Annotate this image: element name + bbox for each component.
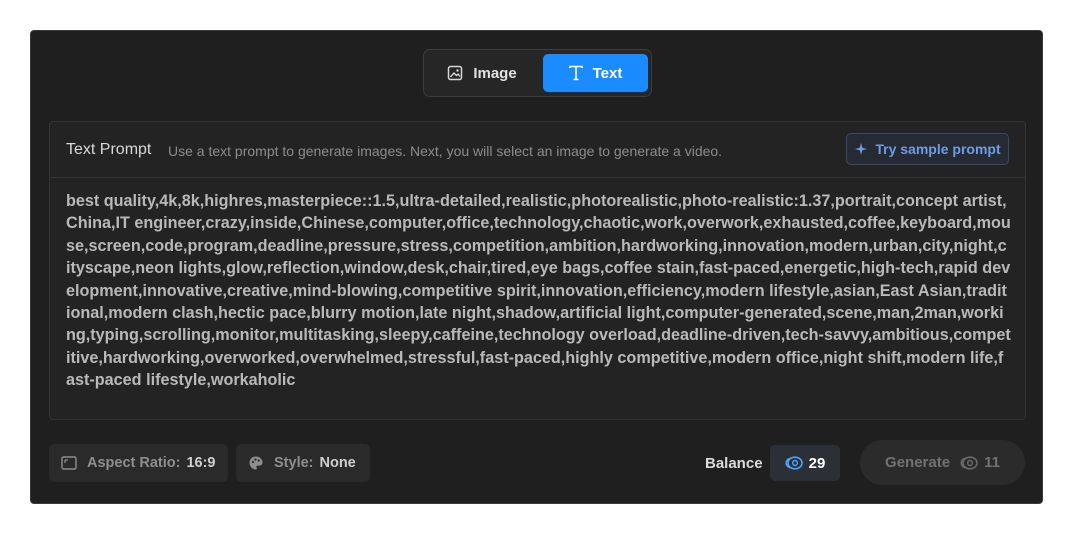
credit-coin-icon [960,455,978,470]
generator-panel: Image Text Text Prompt Use a text prompt… [30,30,1043,504]
style-label: Style: [274,455,314,471]
text-icon [568,65,583,81]
prompt-title: Text Prompt [66,141,152,158]
aspect-ratio-icon [61,456,77,470]
style-value: None [319,455,356,471]
text-mode-label: Text [592,64,623,82]
generate-label: Generate [885,454,951,471]
prompt-hint: Use a text prompt to generate images. Ne… [168,143,723,159]
image-mode-label: Image [473,64,517,82]
palette-icon [249,456,263,470]
sample-prompt-label: Try sample prompt [875,141,1001,157]
image-mode-button[interactable]: Image [428,54,536,92]
aspect-ratio-label: Aspect Ratio: [87,455,181,471]
aspect-ratio-value: 16:9 [186,455,216,471]
generate-cost: 11 [984,454,1000,471]
prompt-header: Text Prompt Use a text prompt to generat… [50,122,1025,178]
text-prompt-box: Text Prompt Use a text prompt to generat… [49,121,1026,420]
sparkle-icon [855,143,868,155]
prompt-textarea[interactable]: best quality,4k,8k,highres,masterpiece::… [66,190,1011,419]
aspect-ratio-selector[interactable]: Aspect Ratio: 16:9 [49,444,228,482]
balance-value: 29 [808,454,826,472]
image-icon [448,65,463,81]
credit-coin-icon [785,456,803,470]
balance-badge: 29 [770,445,840,481]
style-selector[interactable]: Style: None [236,444,370,482]
text-mode-button[interactable]: Text [543,54,648,92]
try-sample-prompt-button[interactable]: Try sample prompt [846,133,1009,165]
balance-label: Balance [705,455,763,472]
generate-button[interactable]: Generate 11 [860,440,1025,485]
mode-toggle: Image Text [423,49,652,97]
